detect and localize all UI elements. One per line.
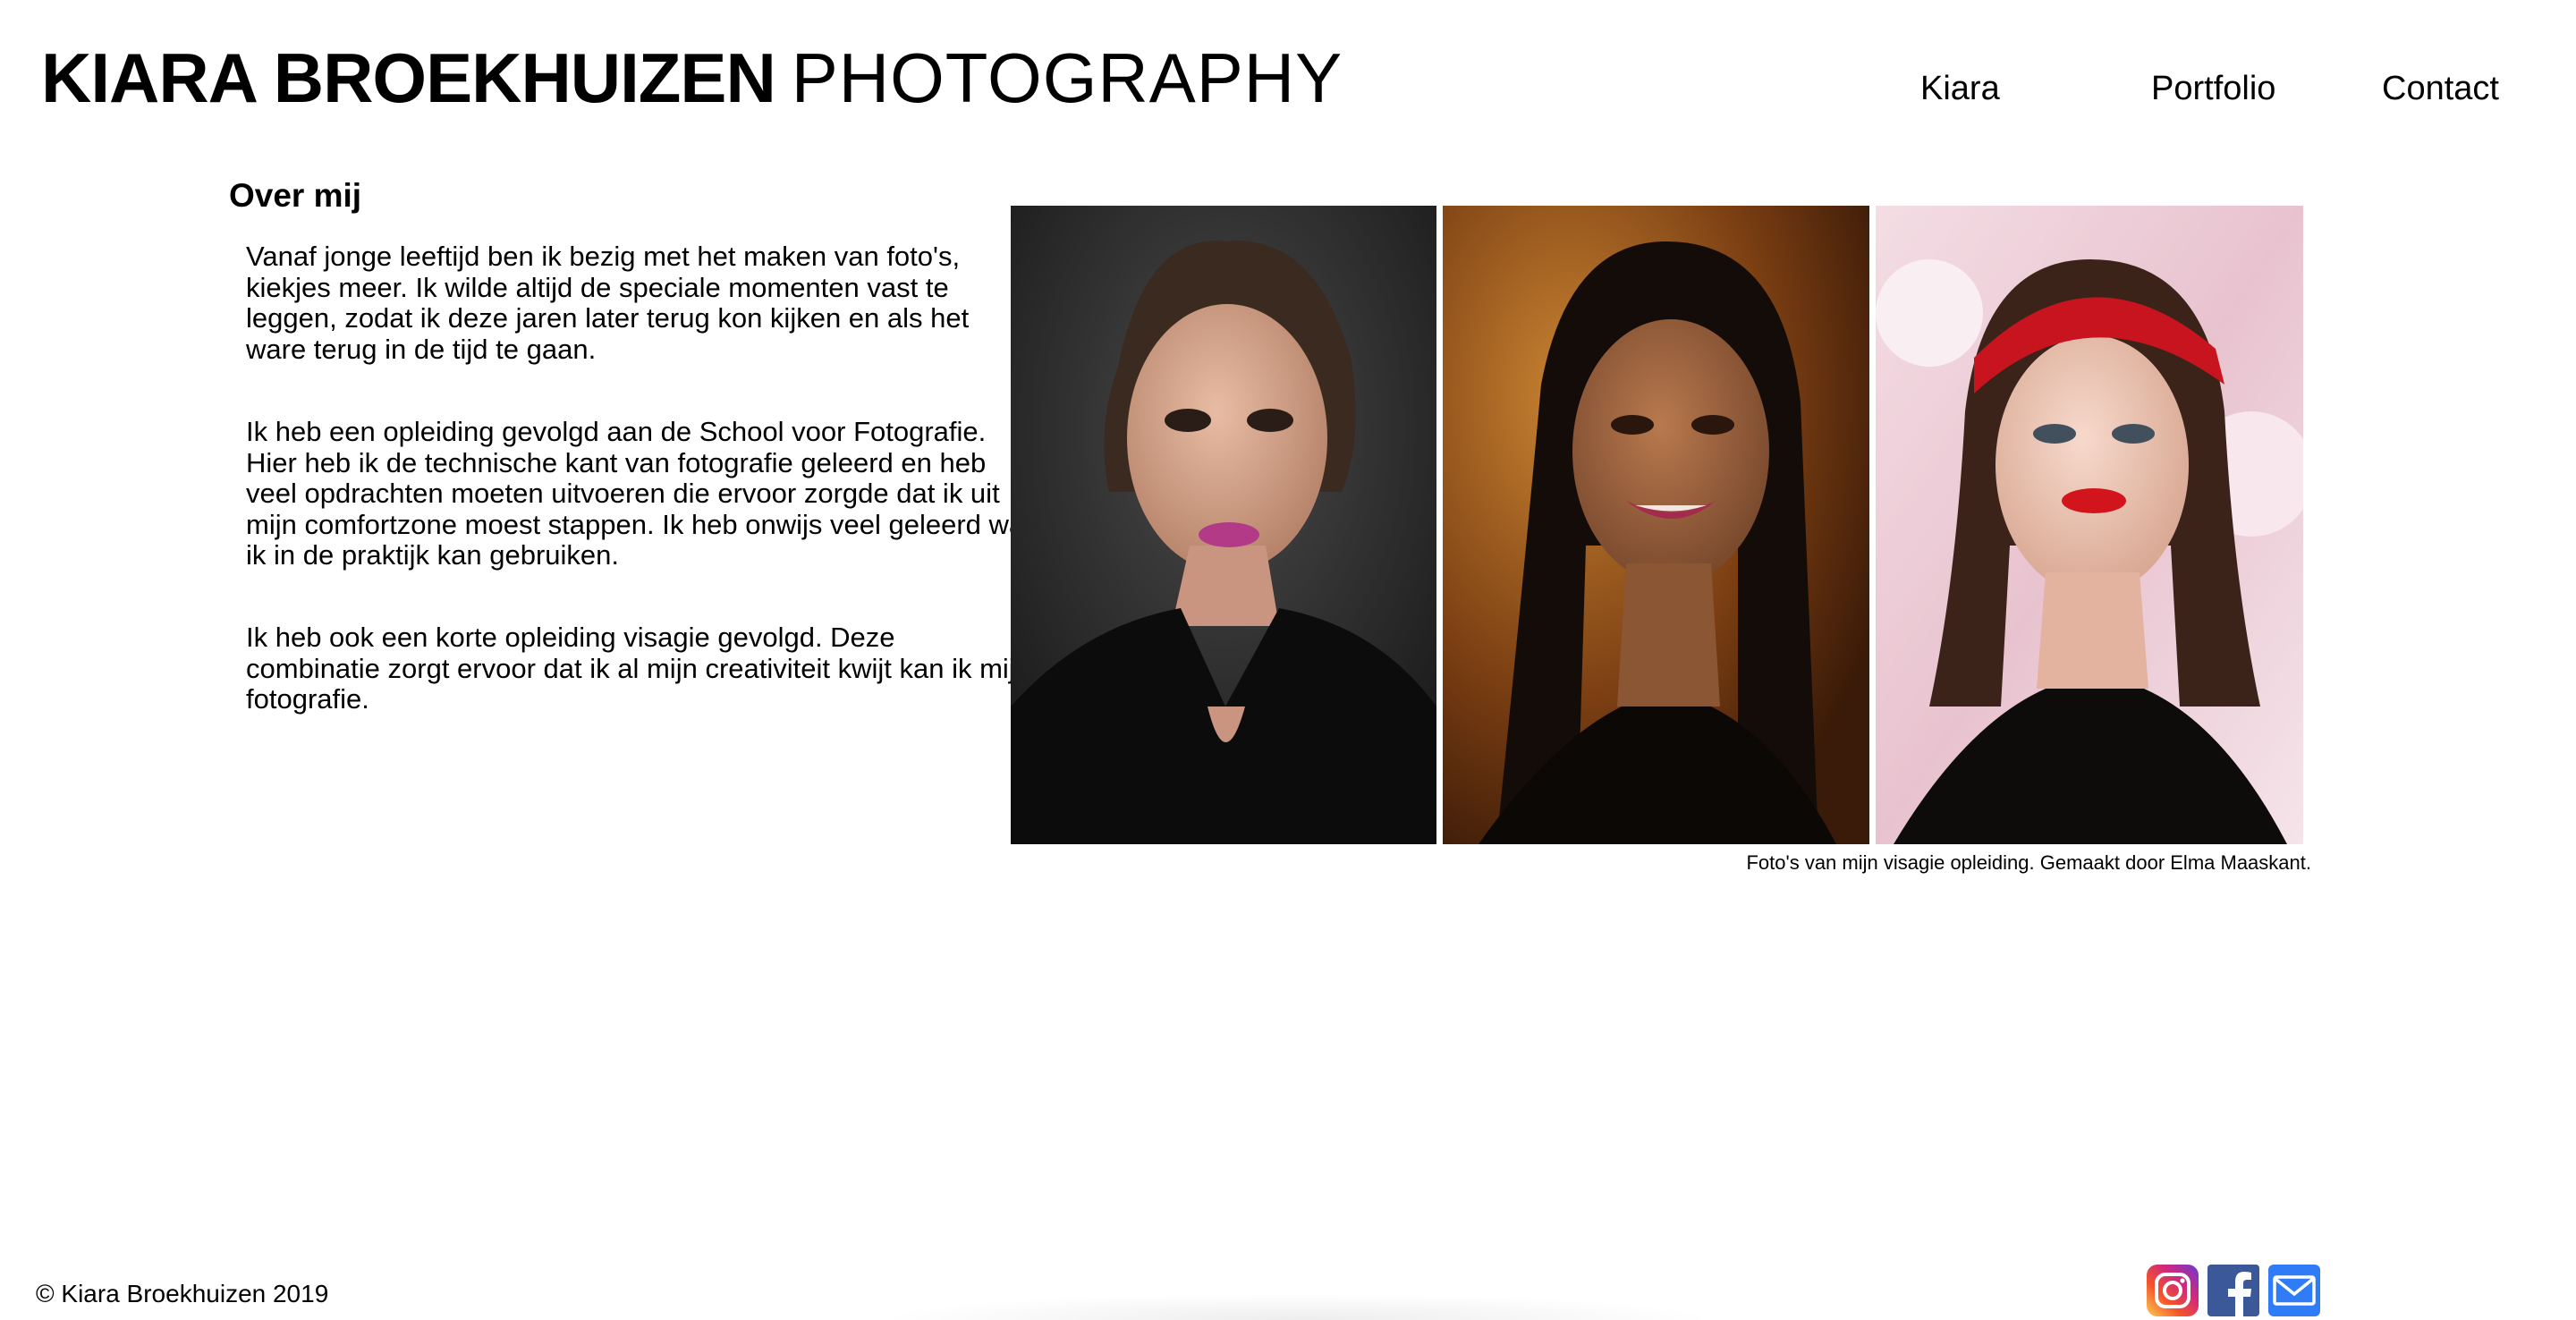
facebook-icon <box>2207 1265 2259 1317</box>
bottom-shadow <box>877 1293 1717 1320</box>
portrait-photo <box>1443 206 1869 844</box>
about-paragraph: Ik heb ook een korte opleiding visagie g… <box>246 622 1030 715</box>
section-title: Over mij <box>229 177 362 214</box>
copyright-text: © Kiara Broekhuizen 2019 <box>36 1280 329 1307</box>
nav-link-portfolio[interactable]: Portfolio <box>2151 72 2275 106</box>
mail-link[interactable] <box>2267 1264 2321 1317</box>
brand-tagline: PHOTOGRAPHY <box>791 38 1343 117</box>
nav-link-contact[interactable]: Contact <box>2382 72 2499 106</box>
nav-link-kiara[interactable]: Kiara <box>1920 72 2000 106</box>
portrait-photo <box>1011 206 1436 844</box>
instagram-icon <box>2147 1265 2199 1316</box>
portrait-photo <box>1876 206 2303 844</box>
about-paragraph: Vanaf jonge leeftijd ben ik bezig met he… <box>246 241 970 365</box>
site-logo[interactable]: KIARA BROEKHUIZEN PHOTOGRAPHY <box>41 43 1343 113</box>
about-paragraph: Ik heb een opleiding gevolgd aan de Scho… <box>246 416 1032 571</box>
facebook-link[interactable] <box>2207 1264 2260 1317</box>
brand-name: KIARA BROEKHUIZEN <box>41 38 776 117</box>
mail-icon <box>2268 1265 2320 1316</box>
photos-caption: Foto's van mijn visagie opleiding. Gemaa… <box>1746 851 2311 874</box>
instagram-link[interactable] <box>2146 1264 2199 1317</box>
